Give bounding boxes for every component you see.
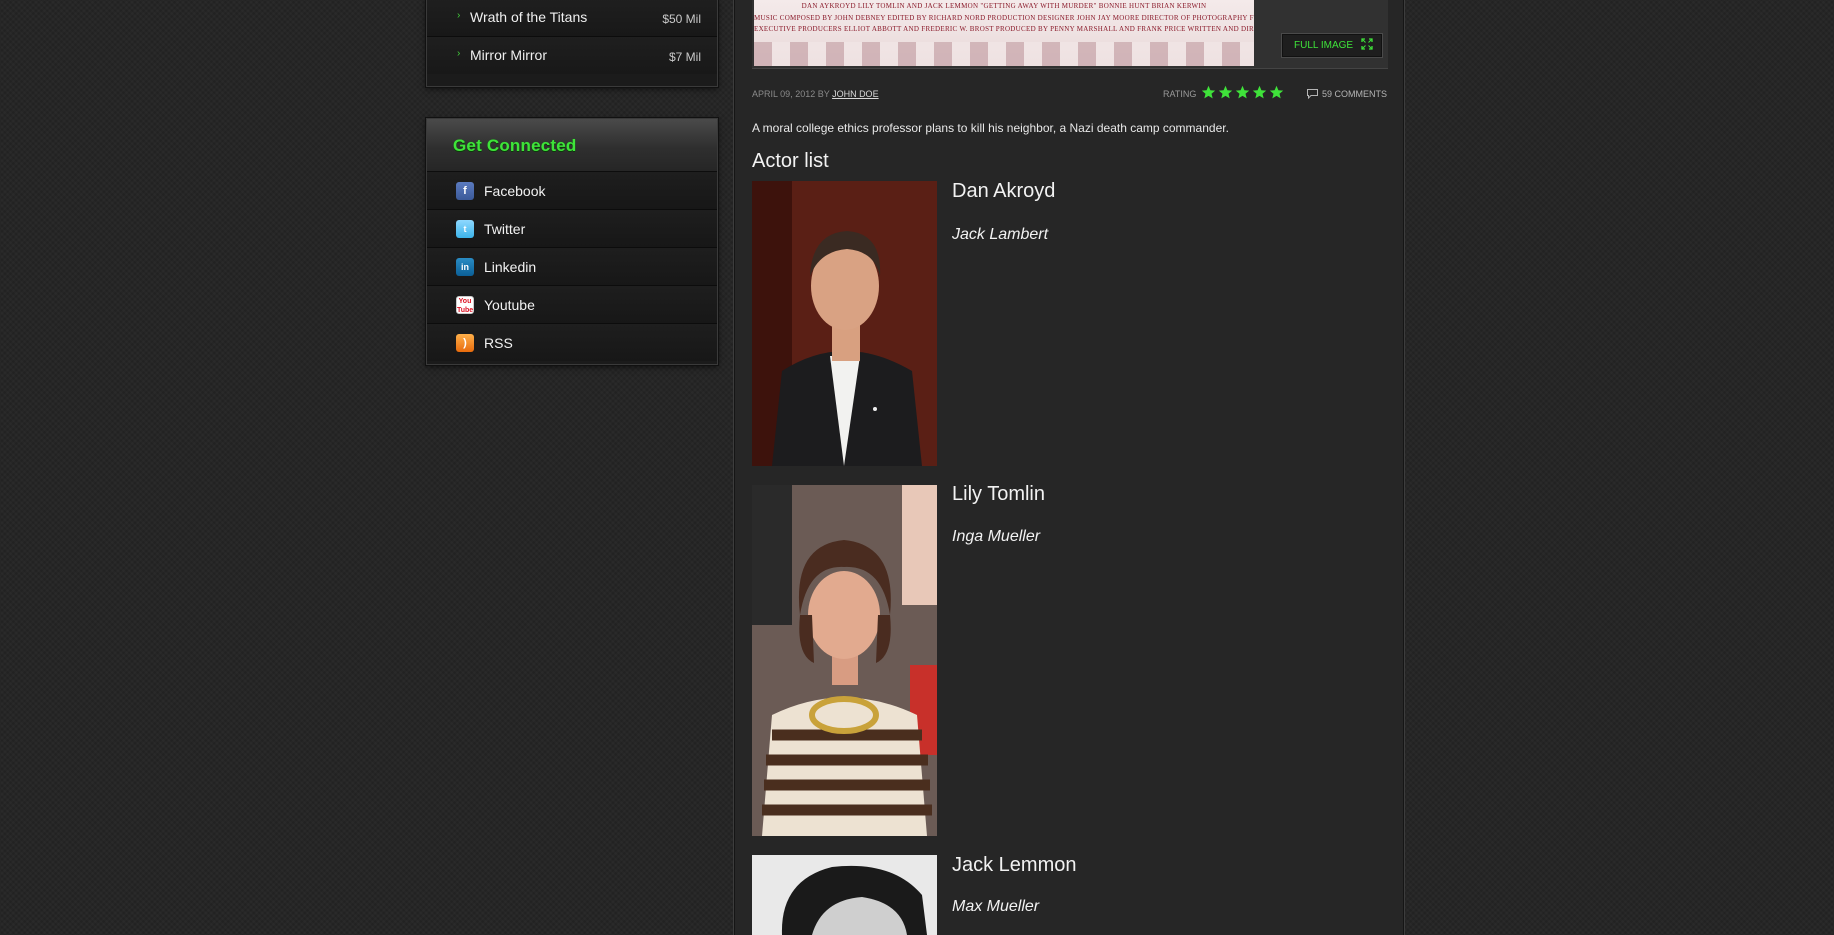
rss-icon: ) bbox=[456, 334, 474, 352]
social-link-twitter[interactable]: t Twitter bbox=[427, 210, 717, 248]
star-icon bbox=[1201, 85, 1216, 99]
actor-list-heading: Actor list bbox=[752, 150, 829, 172]
box-office-item[interactable]: › Mirror Mirror $7 Mil bbox=[427, 37, 717, 74]
actor-photo[interactable] bbox=[752, 855, 937, 935]
actor-portrait-image bbox=[752, 181, 937, 466]
box-office-title[interactable]: Mirror Mirror bbox=[470, 47, 547, 63]
linkedin-icon: in bbox=[456, 258, 474, 276]
social-link-label[interactable]: Linkedin bbox=[484, 259, 536, 275]
box-office-gross: $7 Mil bbox=[668, 50, 701, 64]
full-image-label: FULL IMAGE bbox=[1294, 40, 1354, 51]
post-date-text: APRIL 09, 2012 BY bbox=[752, 89, 833, 99]
youtube-icon: You Tube bbox=[456, 296, 474, 314]
movie-poster-image[interactable]: DAN AYKROYD LILY TOMLIN AND JACK LEMMON … bbox=[754, 0, 1254, 66]
actor-photo[interactable] bbox=[752, 485, 937, 836]
actor-name[interactable]: Lily Tomlin bbox=[952, 483, 1045, 506]
social-link-label[interactable]: Youtube bbox=[484, 297, 535, 313]
twitter-icon: t bbox=[456, 220, 474, 238]
checkerboard-floor bbox=[754, 42, 1254, 66]
chevron-right-icon: › bbox=[457, 10, 461, 21]
chevron-right-icon: › bbox=[457, 48, 461, 59]
actor-role: Max Mueller bbox=[952, 898, 1040, 915]
poster-credits-line: DAN AYKROYD LILY TOMLIN AND JACK LEMMON … bbox=[801, 2, 1207, 10]
expand-icon bbox=[1361, 38, 1373, 50]
social-link-linkedin[interactable]: in Linkedin bbox=[427, 248, 717, 286]
star-icon bbox=[1235, 85, 1250, 99]
facebook-icon: f bbox=[456, 182, 474, 200]
actor-photo[interactable] bbox=[752, 181, 937, 466]
star-icon bbox=[1218, 85, 1233, 99]
actor-name[interactable]: Jack Lemmon bbox=[952, 854, 1077, 877]
social-link-label[interactable]: RSS bbox=[484, 335, 513, 351]
box-office-gross: $50 Mil bbox=[662, 12, 701, 26]
movie-summary: A moral college ethics professor plans t… bbox=[752, 121, 1229, 135]
author-link[interactable]: JOHN DOE bbox=[832, 89, 879, 99]
box-office-item[interactable]: › Wrath of the Titans $50 Mil bbox=[427, 0, 717, 37]
poster-credits-line: MUSIC COMPOSED BY JOHN DEBNEY EDITED BY … bbox=[754, 14, 1254, 22]
comments-link[interactable]: 59 COMMENTS bbox=[1322, 89, 1387, 99]
social-link-rss[interactable]: ) RSS bbox=[427, 324, 717, 361]
star-icon bbox=[1252, 85, 1267, 99]
actor-role: Jack Lambert bbox=[952, 226, 1049, 243]
poster-credits-line: EXECUTIVE PRODUCERS ELLIOT ABBOTT AND FR… bbox=[754, 25, 1254, 33]
box-office-title[interactable]: Wrath of the Titans bbox=[470, 9, 587, 25]
rating-stars bbox=[1201, 85, 1286, 101]
actor-name[interactable]: Dan Akroyd bbox=[952, 180, 1055, 203]
actor-portrait-image bbox=[752, 485, 937, 836]
comment-icon bbox=[1307, 89, 1318, 99]
full-image-button[interactable]: FULL IMAGE bbox=[1281, 33, 1383, 58]
post-date: APRIL 09, 2012 BY JOHN DOE bbox=[752, 89, 879, 99]
actor-role: Inga Mueller bbox=[952, 528, 1041, 545]
get-connected-widget: Get Connected f Facebook t Twitter in Li… bbox=[426, 118, 718, 365]
social-link-label[interactable]: Facebook bbox=[484, 183, 545, 199]
box-office-widget: › Wrath of the Titans $50 Mil › Mirror M… bbox=[426, 0, 718, 87]
rating-label: RATING bbox=[1163, 89, 1197, 99]
social-link-facebook[interactable]: f Facebook bbox=[427, 172, 717, 210]
social-link-label[interactable]: Twitter bbox=[484, 221, 525, 237]
widget-title: Get Connected bbox=[453, 136, 577, 155]
star-icon bbox=[1269, 85, 1284, 99]
social-link-youtube[interactable]: You Tube Youtube bbox=[427, 286, 717, 324]
actor-portrait-image bbox=[752, 855, 937, 935]
widget-header: Get Connected bbox=[427, 119, 717, 172]
